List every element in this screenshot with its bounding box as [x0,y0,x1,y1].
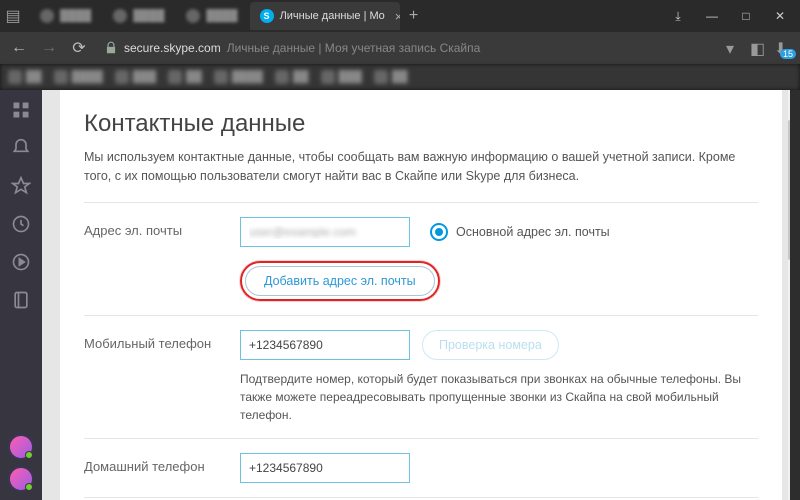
bookmark-icon[interactable]: ▾ [726,39,744,57]
section-email: Адрес эл. почты Основной адрес эл. почты [84,202,758,315]
address-bar: ← → ⟳ secure.skype.com Личные данные | М… [0,32,800,64]
skype-favicon-icon: S [260,9,274,23]
mobile-label: Мобильный телефон [84,330,224,351]
window-close-button[interactable]: ✕ [764,2,796,30]
email-input[interactable] [240,217,410,247]
verify-number-button[interactable]: Проверка номера [422,330,559,360]
home-input[interactable] [240,453,410,483]
star-icon[interactable] [11,176,31,196]
forward-button: → [38,37,60,59]
window-pin-icon[interactable]: ⤓ [662,2,694,30]
tutorial-highlight: Добавить адрес эл. почты [240,261,440,301]
back-button[interactable]: ← [8,37,30,59]
tab-strip: ████ ████ ████ S Личные данные | Mo × + [30,2,662,30]
new-tab-button[interactable]: + [402,4,426,28]
presence-dot-icon [25,451,33,459]
play-icon[interactable] [11,252,31,272]
presence-dot-icon [25,483,33,491]
tab-label: Личные данные | Mo [280,10,385,22]
radio-checked-icon [430,223,448,241]
profile-avatar[interactable] [8,434,34,460]
page-viewport: Контактные данные Мы используем контактн… [42,90,800,500]
reload-button[interactable]: ⟳ [68,37,90,59]
close-tab-icon[interactable]: × [395,9,400,24]
primary-email-label: Основной адрес эл. почты [456,225,610,239]
tab-inactive[interactable]: ████ [30,2,101,30]
downloads-badge: 15 [780,49,796,59]
lock-icon [104,41,118,55]
section-home: Домашний телефон [84,438,758,497]
bookmarks-bar[interactable]: ██ ████ ███ ██ ████ ██ ███ ██ [0,64,800,90]
url-path: Личные данные | Моя учетная запись Скайп… [227,41,481,55]
email-label: Адрес эл. почты [84,217,224,238]
window-scrollbar[interactable] [790,90,800,500]
section-work: Рабочий телефон [84,497,758,500]
url-domain: secure.skype.com [124,41,221,55]
page-content: Контактные данные Мы используем контактн… [60,90,782,500]
add-email-button[interactable]: Добавить адрес эл. почты [245,266,435,296]
mobile-helper: Подтвердите номер, который будет показыв… [240,370,758,424]
profile-avatar[interactable] [8,466,34,492]
browser-sidebar [0,90,42,500]
url-box[interactable]: secure.skype.com Личные данные | Моя уче… [98,36,718,60]
section-mobile: Мобильный телефон Проверка номера Подтве… [84,315,758,438]
downloads-icon[interactable]: ⬇15 [774,39,792,57]
tab-inactive[interactable]: ████ [176,2,247,30]
apps-icon[interactable] [11,100,31,120]
bell-icon[interactable] [11,138,31,158]
window-minimize-button[interactable]: — [696,2,728,30]
page-heading: Контактные данные [84,110,758,138]
window-maximize-button[interactable]: □ [730,2,762,30]
page-intro: Мы используем контактные данные, чтобы с… [84,148,758,186]
tab-inactive[interactable]: ████ [103,2,174,30]
browser-titlebar: ▤ ████ ████ ████ S Личные данные | Mo × … [0,0,800,32]
app-menu-icon[interactable]: ▤ [4,7,22,25]
tab-active[interactable]: S Личные данные | Mo × [250,2,400,30]
collections-icon[interactable] [11,290,31,310]
primary-email-radio[interactable]: Основной адрес эл. почты [430,223,610,241]
mobile-input[interactable] [240,330,410,360]
home-label: Домашний телефон [84,453,224,474]
clock-icon[interactable] [11,214,31,234]
extension-icon[interactable]: ◧ [750,39,768,57]
